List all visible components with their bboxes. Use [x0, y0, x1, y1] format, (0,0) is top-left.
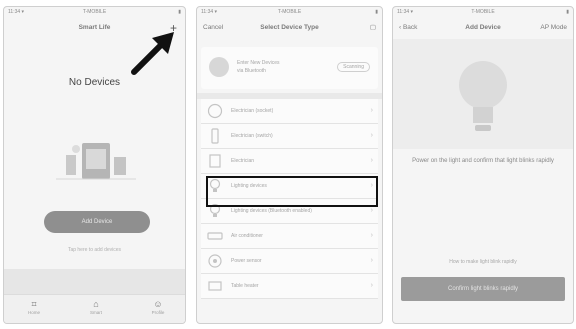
list-item-label: Air conditioner — [231, 233, 263, 239]
confirm-blink-button[interactable]: Confirm light blinks rapidly — [401, 277, 565, 301]
arrow-annotation — [131, 32, 174, 75]
battery-icon: ▮ — [566, 9, 569, 15]
scan-icon[interactable]: ▢ — [370, 17, 376, 39]
list-item-switch[interactable]: Electrician (switch) › — [201, 124, 378, 149]
chevron-right-icon: › — [370, 257, 373, 264]
list-item-electrician[interactable]: Electrician › — [201, 149, 378, 174]
bulb-illustration-area — [393, 39, 573, 149]
nav-bar: Cancel Select Device Type ▢ — [197, 17, 382, 39]
bluetooth-icon — [209, 57, 229, 77]
chevron-right-icon: › — [370, 282, 373, 289]
list-item-label: Electrician — [231, 158, 255, 164]
status-bar: 11:34 ▾ T-MOBILE ▮ — [4, 7, 185, 17]
nav-bar: ‹ Back Add Device AP Mode — [393, 17, 573, 39]
tab-profile[interactable]: ☺ Profile — [138, 298, 178, 315]
bluetooth-scan-card[interactable]: Enter New Devices via Bluetooth Scanning — [201, 47, 378, 89]
add-device-button[interactable]: Add Device — [44, 211, 150, 233]
scanning-button[interactable]: Scanning — [337, 62, 370, 72]
profile-icon: ☺ — [153, 299, 163, 309]
chevron-right-icon: › — [370, 107, 373, 114]
list-item-label: Power sensor — [231, 258, 262, 264]
add-device-hint[interactable]: Tap here to add devices — [4, 247, 185, 253]
battery-icon: ▮ — [375, 9, 378, 15]
list-item-label: Electrician (socket) — [231, 108, 274, 114]
ap-mode-button[interactable]: AP Mode — [540, 17, 567, 39]
tab-smart[interactable]: ⌂ Smart — [76, 298, 116, 315]
list-item-socket[interactable]: Electrician (socket) › — [201, 99, 378, 124]
chevron-right-icon: › — [370, 132, 373, 139]
empty-state-text: No Devices — [68, 77, 121, 88]
highlight-box-lighting-devices — [206, 176, 378, 207]
help-link[interactable]: How to make light blink rapidly — [393, 259, 573, 265]
status-bar: 11:34 ▾ T-MOBILE ▮ — [197, 7, 382, 17]
list-item-label: Electrician (switch) — [231, 133, 273, 139]
ac-icon — [207, 232, 223, 240]
phone-screen-add-device: 11:34 ▾ T-MOBILE ▮ ‹ Back Add Device AP … — [392, 6, 574, 324]
list-item-heater[interactable]: Table heater › — [201, 274, 378, 299]
status-carrier: T-MOBILE — [277, 9, 302, 15]
scan-card-text: Enter New Devices via Bluetooth — [237, 59, 280, 75]
chevron-right-icon: › — [370, 232, 373, 239]
sensor-icon — [208, 254, 222, 268]
tab-bar: ⌗ Home ⌂ Smart ☺ Profile — [4, 294, 185, 323]
list-item-sensor[interactable]: Power sensor › — [201, 249, 378, 274]
switch-icon — [211, 128, 219, 144]
electrician-icon — [209, 154, 221, 168]
tab-home[interactable]: ⌗ Home — [14, 298, 54, 315]
phone-screen-select-type: 11:34 ▾ T-MOBILE ▮ Cancel Select Device … — [196, 6, 383, 324]
instruction-text: Power on the light and confirm that ligh… — [412, 158, 554, 164]
smart-icon: ⌂ — [93, 299, 99, 309]
home-icon: ⌗ — [31, 299, 37, 309]
page-title: Select Device Type — [260, 24, 319, 31]
content-band — [4, 269, 185, 297]
list-item-label: Table heater — [231, 283, 259, 289]
status-carrier: T-MOBILE — [82, 9, 107, 15]
light-bulb-icon — [459, 61, 507, 131]
tab-label: Smart — [89, 310, 102, 315]
heater-icon — [208, 281, 222, 291]
tab-label: Profile — [151, 310, 165, 315]
chevron-right-icon: › — [370, 157, 373, 164]
scan-card-line1: Enter New Devices — [237, 60, 280, 66]
empty-devices-illustration — [56, 143, 136, 180]
socket-icon — [207, 103, 223, 119]
tab-label: Home — [27, 310, 40, 315]
list-item-air-conditioner[interactable]: Air conditioner › — [201, 224, 378, 249]
status-bar: 11:34 ▾ T-MOBILE ▮ — [393, 7, 573, 17]
status-carrier: T-MOBILE — [471, 9, 495, 15]
scan-card-line2: via Bluetooth — [237, 68, 266, 74]
battery-icon: ▮ — [178, 9, 181, 15]
